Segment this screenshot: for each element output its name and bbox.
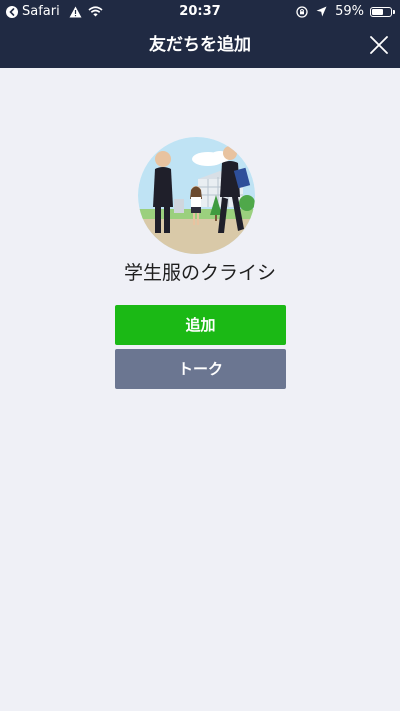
page-title: 友だちを追加 [149,35,251,55]
location-arrow-icon [316,6,327,17]
header-bar: 友だちを追加 [0,23,400,68]
profile-name: 学生服のクライシ [123,262,276,284]
status-bar-right: 59% [296,0,395,23]
close-icon[interactable] [368,34,390,56]
status-bar: Safari 20:37 59% [0,0,400,23]
battery-icon [370,6,395,17]
add-friend-button[interactable]: 追加 [115,305,286,345]
orientation-lock-icon [296,5,308,18]
talk-button[interactable]: トーク [115,349,286,389]
avatar-image [138,137,255,254]
avatar [138,137,255,254]
battery-percent: 59% [335,4,364,19]
